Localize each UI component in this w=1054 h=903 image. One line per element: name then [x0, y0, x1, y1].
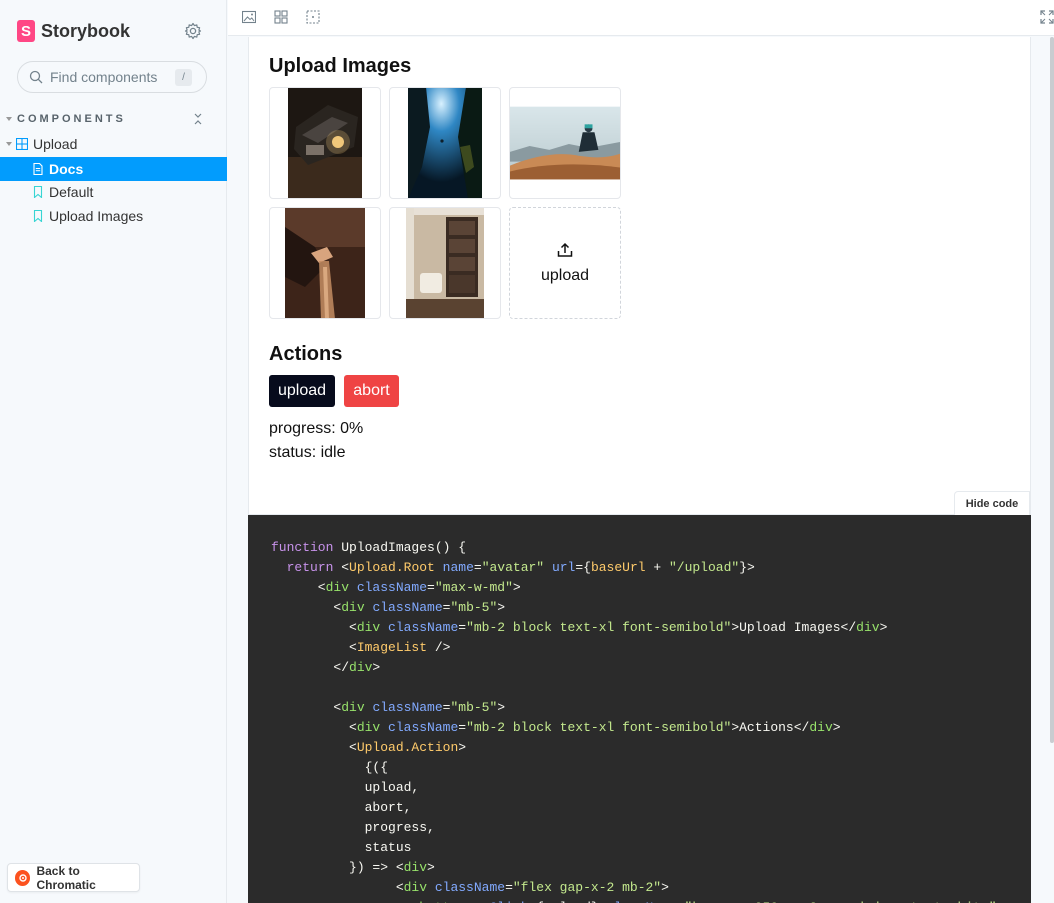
search-shortcut-badge: / [175, 69, 192, 86]
image-thumbnail[interactable] [269, 87, 381, 199]
underwater-photo [408, 88, 482, 198]
sand-hand-photo [285, 208, 365, 318]
document-icon [33, 163, 43, 175]
sidebar-item-upload[interactable]: Upload [0, 132, 227, 156]
car-photo [288, 88, 362, 198]
interior-photo [406, 208, 484, 318]
sidebar-item-label: Upload [33, 136, 78, 152]
grid-icon[interactable] [274, 10, 288, 24]
storybook-logo: S [17, 20, 35, 42]
upload-button[interactable]: upload [269, 375, 335, 407]
bookmark-icon [33, 186, 43, 198]
image-thumbnail[interactable] [269, 207, 381, 319]
sidebar: S Storybook Find components / COMPONENTS… [0, 0, 227, 903]
image-thumbnail[interactable] [509, 87, 621, 199]
status-text: status: idle [269, 444, 346, 461]
hide-code-button[interactable]: Hide code [954, 491, 1030, 515]
components-section-header[interactable]: COMPONENTS [6, 111, 206, 127]
upload-icon [557, 242, 573, 257]
actions-heading: Actions [269, 343, 343, 365]
sidebar-item-default[interactable]: Default [0, 180, 227, 204]
outline-icon[interactable] [306, 10, 320, 24]
chromatic-logo-icon [15, 869, 31, 886]
fullscreen-icon[interactable] [1040, 10, 1054, 24]
bookmark-icon [33, 210, 43, 222]
back-label: Back to Chromatic [36, 863, 96, 892]
upload-tile-label: upload [540, 266, 590, 284]
search-icon [29, 70, 43, 84]
abort-button[interactable]: abort [344, 375, 399, 407]
code-block: function UploadImages() { return <Upload… [248, 515, 1031, 903]
desert-photo [510, 106, 620, 180]
sidebar-item-docs[interactable]: Docs [0, 157, 227, 181]
collapse-all-icon[interactable] [192, 111, 204, 127]
search-input[interactable]: Find components [50, 69, 157, 85]
sidebar-item-label: Upload Images [49, 208, 144, 224]
gear-icon[interactable] [183, 21, 203, 41]
scrollbar[interactable] [1050, 37, 1054, 743]
source-code: function UploadImages() { return <Upload… [271, 540, 1004, 903]
image-icon[interactable] [242, 10, 256, 24]
toolbar [228, 0, 1054, 36]
search-box[interactable]: Find components / [17, 61, 207, 93]
images-heading: Upload Images [269, 55, 412, 77]
component-icon [16, 138, 28, 150]
image-thumbnail[interactable] [389, 87, 501, 199]
sidebar-item-label: Docs [49, 161, 84, 177]
progress-text: progress: 0% [269, 420, 364, 437]
docs-canvas: Upload Images upload Actions upload abor… [228, 37, 1054, 903]
sidebar-item-label: Default [49, 184, 94, 200]
upload-tile[interactable]: upload [509, 207, 621, 319]
sidebar-item-upload-images[interactable]: Upload Images [0, 204, 227, 228]
image-thumbnail[interactable] [389, 207, 501, 319]
back-to-chromatic-button[interactable]: Back to Chromatic [7, 863, 140, 892]
story-preview: Upload Images upload Actions upload abor… [248, 37, 1031, 515]
section-label: COMPONENTS [17, 113, 126, 125]
caret-down-icon [6, 117, 12, 121]
storybook-brand[interactable]: S Storybook [17, 20, 130, 42]
brand-name: Storybook [41, 20, 131, 41]
caret-down-icon [6, 142, 12, 146]
